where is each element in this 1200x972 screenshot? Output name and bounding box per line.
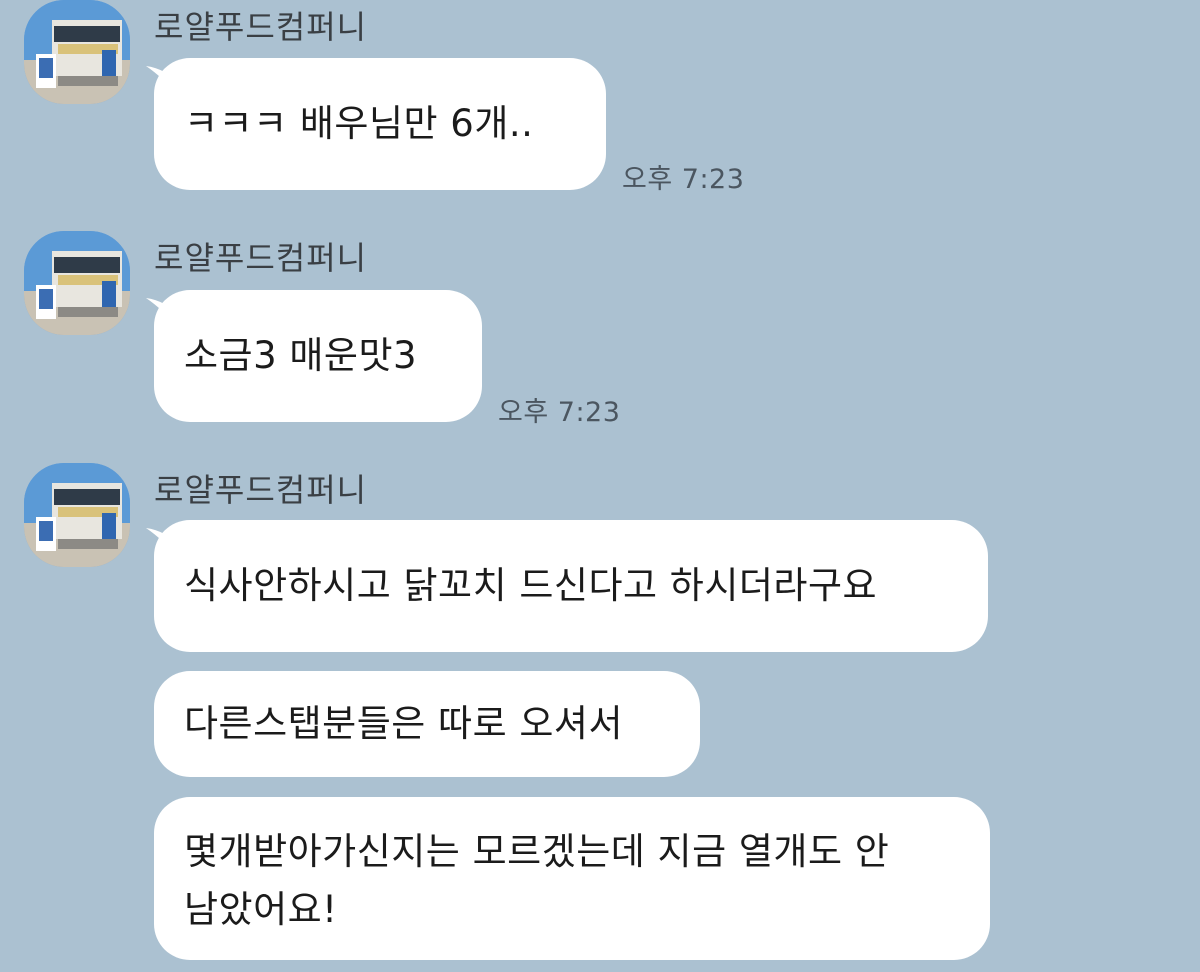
message-text-line: 남았어요!: [184, 888, 338, 931]
message-bubble[interactable]: 식사안하시고 닭꼬치 드신다고 하시더라구요: [154, 520, 988, 652]
food-truck-avatar-icon: [24, 0, 130, 104]
message-text: 소금3 매운맛3: [184, 334, 418, 377]
sender-name: 로얄푸드컴퍼니: [154, 471, 368, 509]
sender-name: 로얄푸드컴퍼니: [154, 239, 368, 277]
message-bubble[interactable]: ㅋㅋㅋ 배우님만 6개..: [154, 58, 606, 190]
sender-avatar[interactable]: [24, 0, 130, 104]
message-text-line: 몇개받아가신지는 모르겠는데 지금 열개도 안: [184, 830, 890, 873]
message-text: 다른스탭분들은 따로 오셔서: [184, 702, 624, 745]
message-bubble[interactable]: 다른스탭분들은 따로 오셔서: [154, 671, 700, 777]
sender-name: 로얄푸드컴퍼니: [154, 8, 368, 46]
message-bubble[interactable]: 소금3 매운맛3: [154, 290, 482, 422]
message-text: ㅋㅋㅋ 배우님만 6개..: [184, 102, 534, 145]
message-text: 식사안하시고 닭꼬치 드신다고 하시더라구요: [184, 564, 878, 607]
sender-avatar[interactable]: [24, 463, 130, 567]
food-truck-avatar-icon: [24, 231, 130, 335]
sender-avatar[interactable]: [24, 231, 130, 335]
message-bubble[interactable]: 몇개받아가신지는 모르겠는데 지금 열개도 안 남았어요!: [154, 797, 990, 960]
food-truck-avatar-icon: [24, 463, 130, 567]
message-timestamp: 오후 7:23: [498, 397, 621, 428]
message-timestamp: 오후 7:23: [622, 164, 745, 195]
